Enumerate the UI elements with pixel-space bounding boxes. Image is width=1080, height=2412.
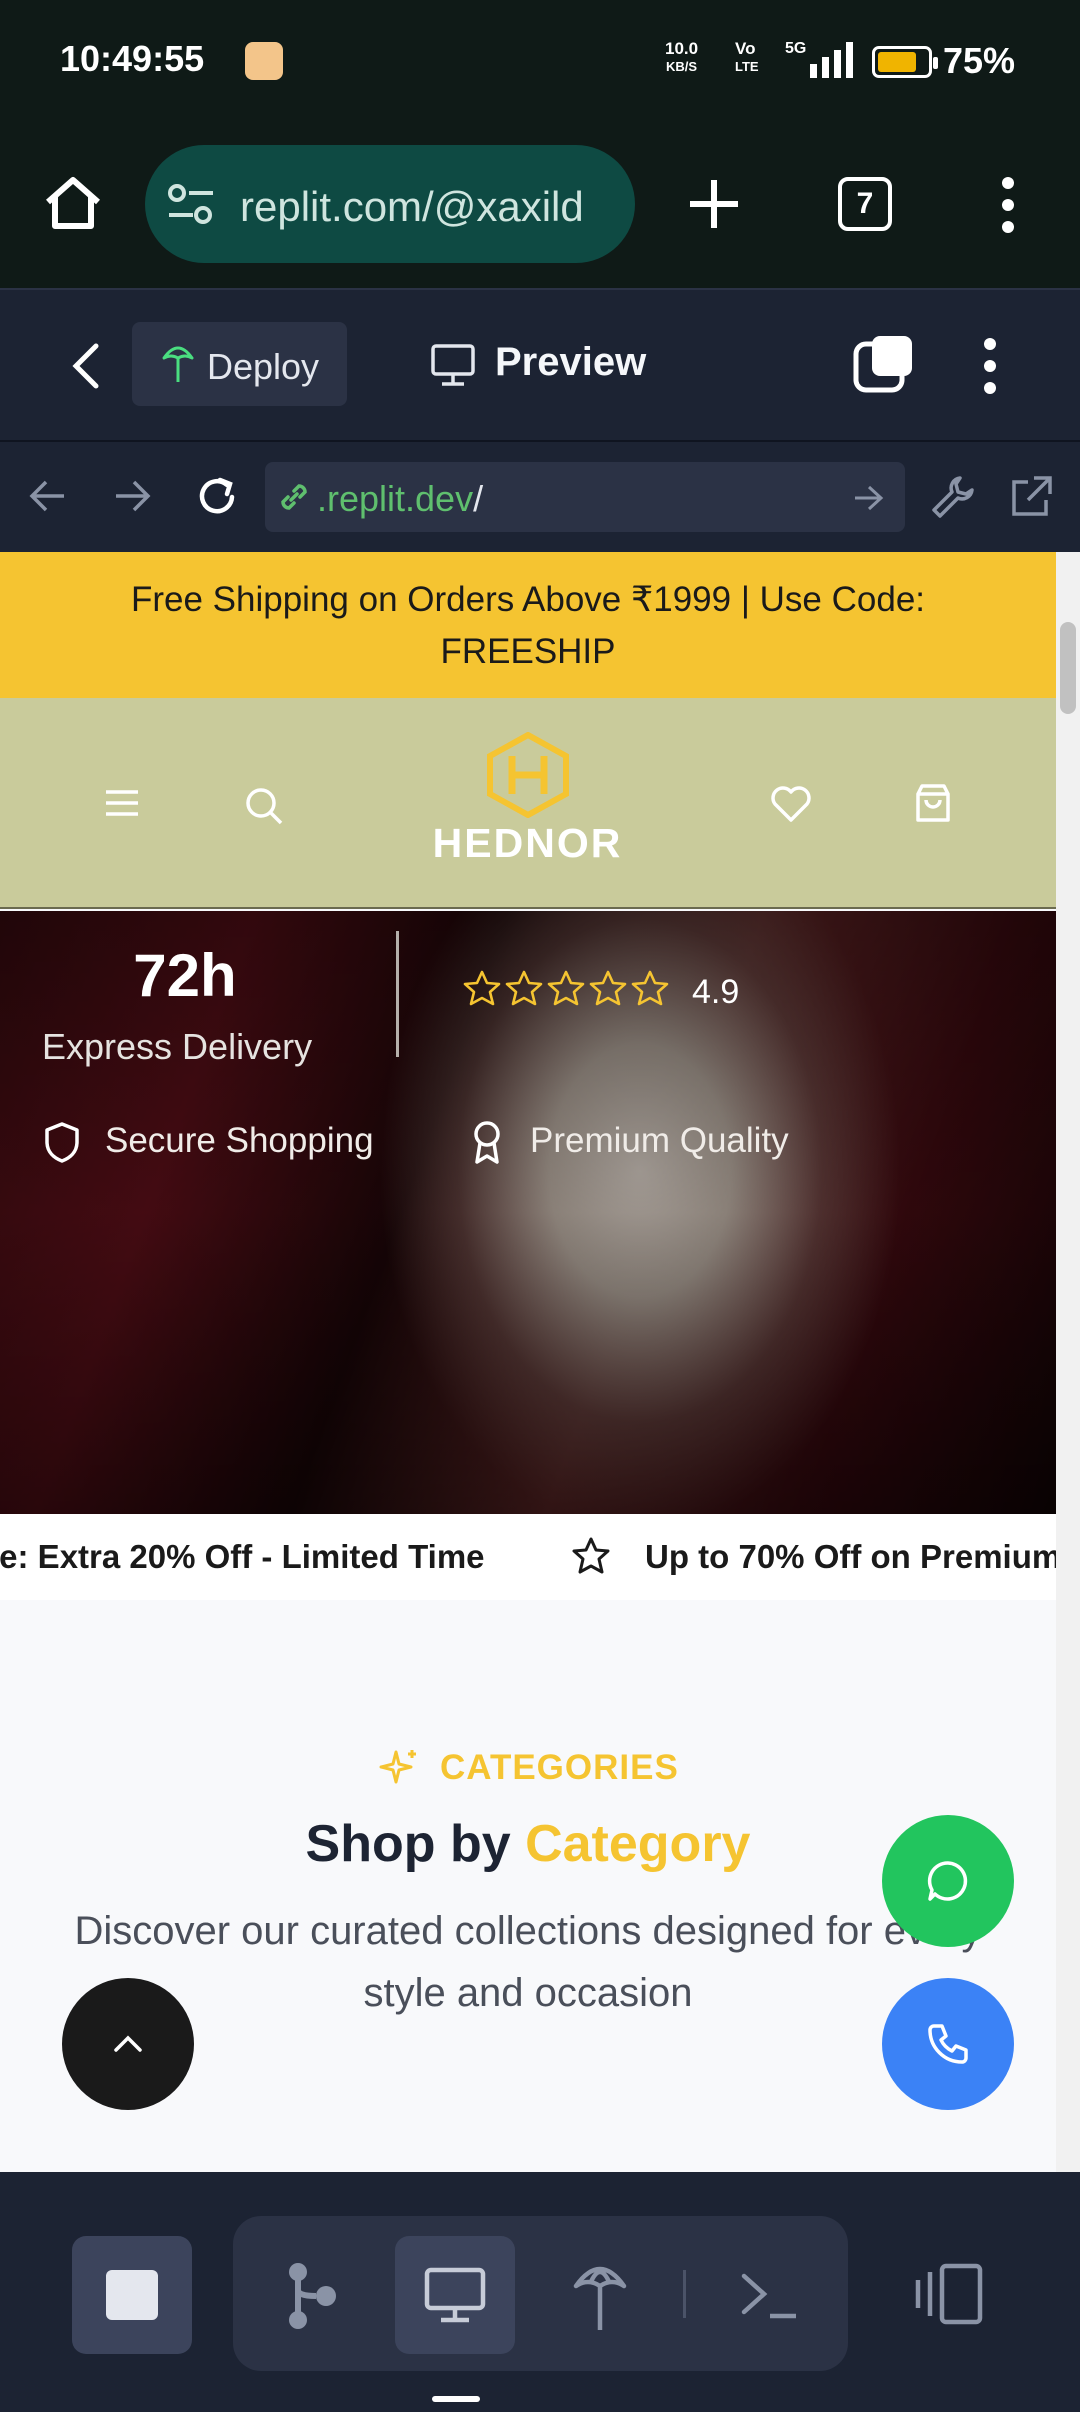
preview-tool-button-active[interactable] [395,2236,515,2354]
system-home-indicator[interactable] [432,2396,480,2402]
volte-top: Vo [735,39,756,58]
stat-divider [396,931,399,1057]
feature-secure-shopping: Secure Shopping [105,1121,374,1160]
award-ribbon-icon [474,1121,500,1164]
more-menu-icon[interactable] [996,175,1020,235]
preview-monitor-icon [424,2267,486,2323]
volte-bottom: LTE [735,59,759,74]
cart-bag-icon[interactable] [914,782,952,824]
site-settings-icon[interactable] [167,183,215,227]
url-path: / [473,478,484,519]
stop-button[interactable] [72,2236,192,2354]
home-icon[interactable] [42,172,104,234]
tabs-icon[interactable]: 7 [838,177,892,231]
network-type: 5G [785,40,807,57]
preview-tab-label[interactable]: Preview [495,340,646,385]
battery-percent: 75% [943,40,1016,81]
ticker-star-icon [572,1537,610,1574]
layout-toggle-icon[interactable] [912,2262,984,2326]
monitor-icon [431,344,475,386]
battery-tip [933,57,938,69]
ticker-item-1: le: Extra 20% Off - Limited Time [0,1538,485,1575]
scroll-to-top-button[interactable] [62,1978,194,2110]
git-branch-icon[interactable] [282,2260,338,2332]
categories-eyebrow: CATEGORIES [440,1748,679,1787]
delivery-stat-label: Express Delivery [42,1026,313,1067]
deploy-tool-icon[interactable] [570,2260,630,2332]
brand-name: HEDNOR [432,820,623,866]
sparkles-icon [379,1750,416,1784]
network-speed-value: 10.0 [665,39,699,58]
stop-icon [106,2270,158,2320]
status-time: 10:49:55 [60,38,205,79]
deploy-button[interactable]: Deploy [132,322,347,406]
status-bar: 10:49:55 10.0 KB/S Vo LTE 5G 75% [0,0,1080,125]
replit-more-menu-icon[interactable] [978,336,1002,396]
promo-line-2: FREESHIP [440,632,616,671]
page-scrollbar-track[interactable] [1056,552,1080,2172]
brand-logo-icon [487,732,569,818]
battery-icon [872,46,938,78]
new-tab-icon[interactable] [688,178,740,230]
search-icon[interactable] [244,786,284,826]
categories-title-part-1: Shop by [305,1815,526,1873]
devtools-wrench-icon[interactable] [930,474,976,520]
rating-value: 4.9 [692,973,740,1011]
browser-url-bar[interactable]: replit.com/@xaxild [145,145,635,263]
categories-title-accent: Category [525,1815,751,1873]
nav-back-icon[interactable] [28,478,68,514]
shield-icon [45,1122,79,1163]
page-scrollbar-thumb[interactable] [1060,622,1076,714]
menu-icon[interactable] [104,788,140,818]
ticker-item-2: Up to 70% Off on Premium [645,1538,1056,1575]
new-window-icon[interactable] [852,332,916,396]
reload-icon[interactable] [194,474,240,520]
shell-terminal-icon[interactable] [740,2268,800,2322]
chevron-up-icon [114,2035,142,2052]
tool-separator [683,2270,686,2318]
wishlist-heart-icon[interactable] [770,784,812,824]
deploy-icon [162,346,194,382]
back-chevron-icon[interactable] [68,342,102,390]
hero-banner[interactable]: 72h Express Delivery 4.9 Secure Shopping [0,911,1056,1514]
browser-url-text: replit.com/@xaxild [240,183,584,230]
whatsapp-button[interactable] [882,1815,1014,1947]
delivery-stat-value: 72h [133,942,237,1009]
go-arrow-icon[interactable] [853,484,885,512]
network-speed-unit: KB/S [666,59,698,74]
offers-ticker: le: Extra 20% Off - Limited Time Up to 7… [0,1514,1056,1600]
chat-bubble-icon [927,1861,968,1901]
battery-fill [878,52,916,72]
phone-icon [928,2024,968,2064]
deploy-label: Deploy [207,346,320,387]
volte-indicator: Vo LTE [735,40,759,76]
open-external-icon[interactable] [1008,474,1054,520]
webview-url-text: .replit.dev/ [317,478,483,520]
promo-banner: Free Shipping on Orders Above ₹1999 | Us… [0,552,1056,698]
notification-app-icon [245,42,283,80]
webview-url-field[interactable]: .replit.dev/ [265,462,905,532]
network-speed: 10.0 KB/S [665,40,698,76]
promo-line-1: Free Shipping on Orders Above ₹1999 | Us… [130,580,926,619]
feature-premium-quality: Premium Quality [530,1121,789,1160]
nav-forward-icon[interactable] [112,478,152,514]
url-domain: .replit.dev [317,478,474,519]
website-viewport[interactable]: Free Shipping on Orders Above ₹1999 | Us… [0,552,1056,2172]
rating-stars-icon [463,970,669,1006]
signal-icon [810,42,853,78]
call-button[interactable] [882,1978,1014,2110]
categories-description: Discover our curated collections designe… [74,1909,982,2015]
link-icon [281,484,307,510]
